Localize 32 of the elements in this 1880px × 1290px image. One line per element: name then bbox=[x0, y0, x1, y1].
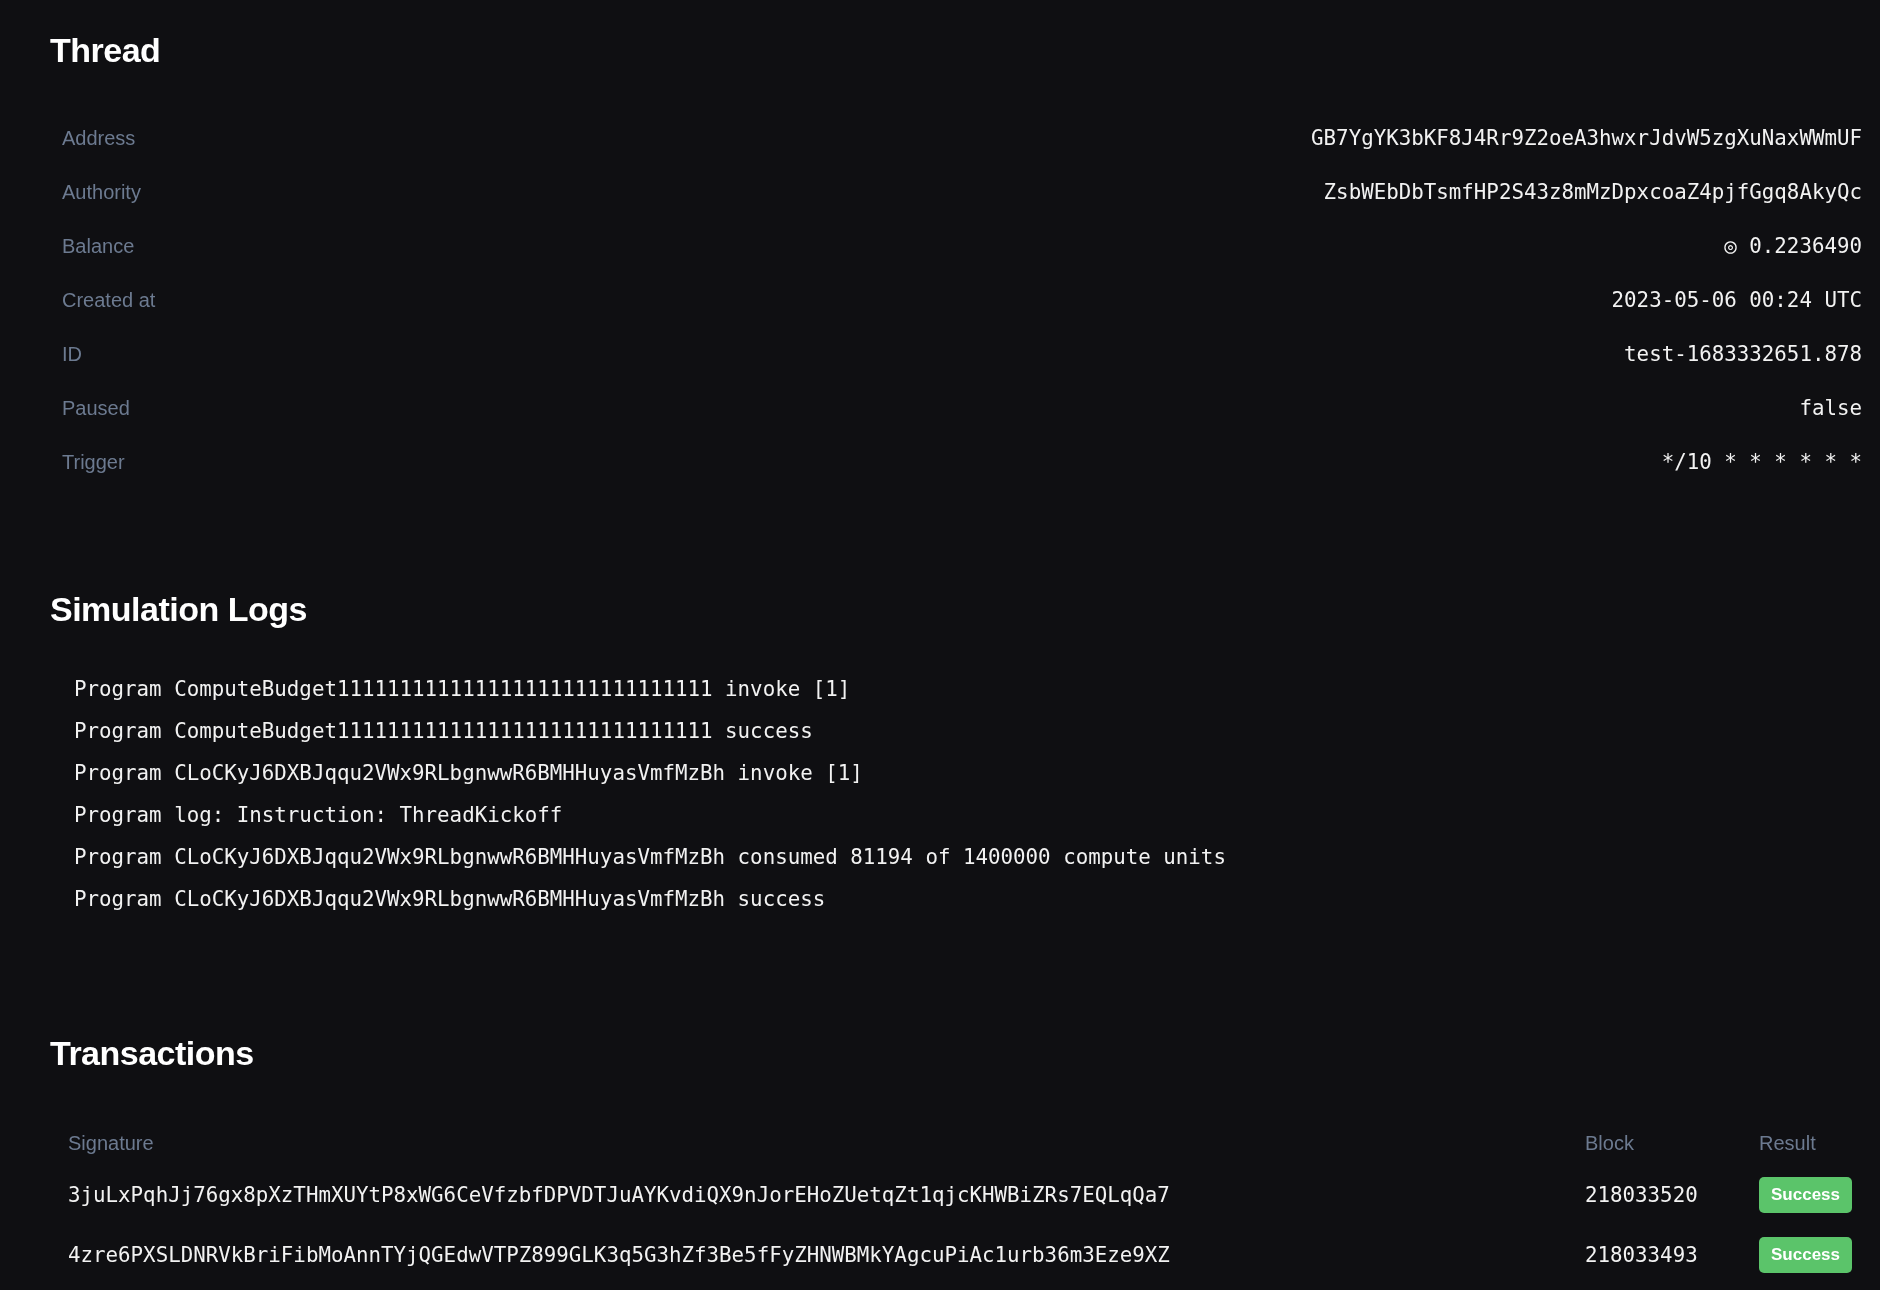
field-label: Paused bbox=[62, 396, 130, 420]
field-label: Address bbox=[62, 126, 136, 150]
log-line: Program ComputeBudget111111111111111111111111111111 success bbox=[74, 718, 814, 745]
block-cell-text: 218033493 bbox=[1584, 1242, 1699, 1269]
log-line: Program CLoCKyJ6DXBJqqu2VWx9RLbgnwwR6BMHHuyasVmfMzBh success bbox=[74, 886, 827, 913]
signature-cell-text: 3juLxPqhJj76gx8pXzTHmXUYtP8xWG6CeVfzbfDPVDTJuAYKvdiQX9nJorEHoZUetqZt1qjcKHWBiZRs7EQLqQa7 bbox=[67, 1182, 1171, 1209]
section-title: Thread bbox=[50, 30, 162, 70]
section-title: Transactions bbox=[50, 1033, 255, 1073]
field-value: false bbox=[1799, 396, 1862, 420]
log-line: Program log: Instruction: ThreadKickoff bbox=[74, 802, 564, 829]
status-badge: Success bbox=[1759, 1177, 1852, 1213]
column-header: Block bbox=[1584, 1130, 1635, 1156]
signature-cell-text: 4zre6PXSLDNRVkBriFibMoAnnTYjQGEdwVTPZ899GLK3q5G3hZf3Be5fFyZHNWBMkYAgcuPiAc1urb36m3Eze9XZ bbox=[67, 1242, 1171, 1269]
field-value: 2023-05-06 00:24 UTC bbox=[1611, 288, 1862, 312]
field-label: ID bbox=[62, 342, 82, 366]
field-label: Balance bbox=[62, 234, 135, 258]
field-value: test-1683332651.878 bbox=[1624, 342, 1862, 366]
field-label: Trigger bbox=[62, 450, 125, 474]
field-label: Created at bbox=[62, 288, 156, 312]
status-badge: Success bbox=[1759, 1237, 1852, 1273]
block-cell-text: 218033520 bbox=[1584, 1182, 1699, 1209]
log-line: Program CLoCKyJ6DXBJqqu2VWx9RLbgnwwR6BMHHuyasVmfMzBh consumed 81194 of 1400000 compute units bbox=[74, 844, 1227, 871]
column-header: Result bbox=[1758, 1130, 1817, 1156]
field-label: Authority bbox=[62, 180, 141, 204]
log-line: Program CLoCKyJ6DXBJqqu2VWx9RLbgnwwR6BMHHuyasVmfMzBh invoke [1] bbox=[74, 760, 864, 787]
log-line: Program ComputeBudget111111111111111111111111111111 invoke [1] bbox=[74, 676, 852, 703]
field-value: ◎ 0.2236490 bbox=[1724, 234, 1862, 258]
field-value: */10 * * * * * * bbox=[1661, 450, 1862, 474]
field-value: ZsbWEbDbTsmfHP2S43z8mMzDpxcoaZ4pjfGgq8AkyQc bbox=[1323, 180, 1862, 204]
section-title: Simulation Logs bbox=[50, 589, 308, 629]
field-value: GB7YgYK3bKF8J4Rr9Z2oeA3hwxrJdvW5zgXuNaxWWmUF bbox=[1311, 126, 1862, 150]
column-header: Signature bbox=[67, 1130, 155, 1156]
